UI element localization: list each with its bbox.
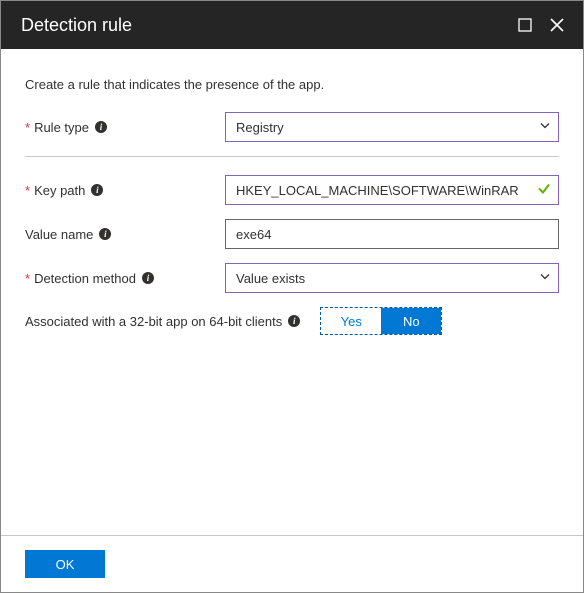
dialog-content: Create a rule that indicates the presenc…: [1, 49, 583, 535]
detection-rule-dialog: Detection rule Create a rule that indica…: [0, 0, 584, 593]
row-key-path: * Key path i: [25, 175, 559, 205]
detection-method-select[interactable]: [225, 263, 559, 293]
label-text: Value name: [25, 227, 93, 242]
label-text: Detection method: [34, 271, 136, 286]
toggle-yes[interactable]: Yes: [321, 308, 381, 334]
info-icon[interactable]: i: [95, 121, 107, 133]
row-rule-type: * Rule type i: [25, 112, 559, 142]
required-mark: *: [25, 183, 30, 198]
label-assoc-32bit: Associated with a 32-bit app on 64-bit c…: [25, 314, 300, 329]
row-detection-method: * Detection method i: [25, 263, 559, 293]
titlebar: Detection rule: [1, 1, 583, 49]
label-text: Rule type: [34, 120, 89, 135]
row-assoc-32bit: Associated with a 32-bit app on 64-bit c…: [25, 307, 559, 335]
label-text: Associated with a 32-bit app on 64-bit c…: [25, 314, 282, 329]
info-icon[interactable]: i: [99, 228, 111, 240]
dialog-description: Create a rule that indicates the presenc…: [25, 77, 559, 92]
required-mark: *: [25, 271, 30, 286]
key-path-field[interactable]: [225, 175, 559, 205]
dialog-footer: OK: [1, 535, 583, 592]
separator: [25, 156, 559, 157]
rule-type-field[interactable]: [225, 112, 559, 142]
label-value-name: Value name i: [25, 227, 225, 242]
info-icon[interactable]: i: [142, 272, 154, 284]
key-path-input[interactable]: [225, 175, 559, 205]
value-name-input[interactable]: [225, 219, 559, 249]
detection-method-field[interactable]: [225, 263, 559, 293]
value-name-field[interactable]: [225, 219, 559, 249]
rule-type-select[interactable]: [225, 112, 559, 142]
label-detection-method: * Detection method i: [25, 271, 225, 286]
ok-button[interactable]: OK: [25, 550, 105, 578]
info-icon[interactable]: i: [91, 184, 103, 196]
required-mark: *: [25, 120, 30, 135]
assoc-32bit-toggle[interactable]: Yes No: [320, 307, 442, 335]
label-text: Key path: [34, 183, 85, 198]
toggle-no[interactable]: No: [381, 308, 441, 334]
close-icon[interactable]: [547, 15, 567, 35]
label-rule-type: * Rule type i: [25, 120, 225, 135]
maximize-icon[interactable]: [515, 15, 535, 35]
checkmark-icon: [537, 182, 551, 199]
dialog-title: Detection rule: [21, 15, 503, 36]
label-key-path: * Key path i: [25, 183, 225, 198]
info-icon[interactable]: i: [288, 315, 300, 327]
row-value-name: Value name i: [25, 219, 559, 249]
